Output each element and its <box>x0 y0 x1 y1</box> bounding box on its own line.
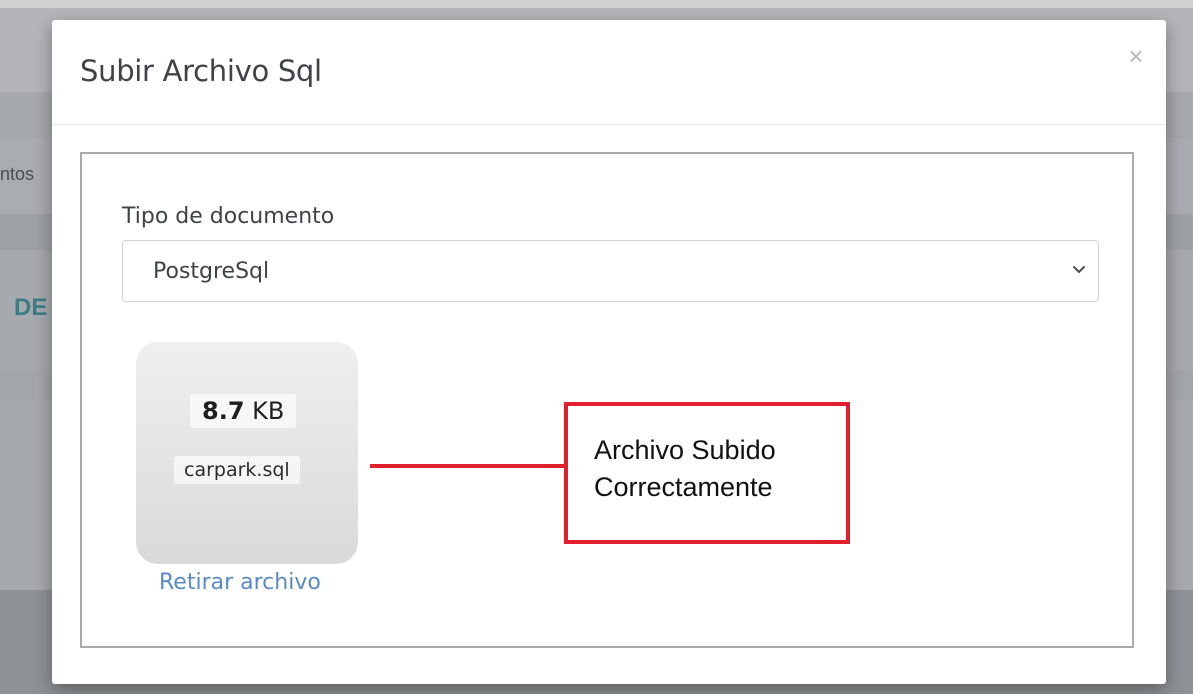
annotation-line-2: Correctamente <box>594 472 773 502</box>
modal-header: Subir Archivo Sql × <box>52 20 1166 125</box>
document-type-label: Tipo de documento <box>122 204 335 229</box>
annotation-connector-line <box>370 464 564 468</box>
document-type-select[interactable]: PostgreSql <box>122 240 1099 302</box>
background-heading: DE <box>14 294 48 321</box>
file-size-number: 8.7 <box>202 397 245 425</box>
annotation-line-1: Archivo Subido <box>594 435 776 465</box>
upload-panel: Tipo de documento PostgreSql 8.7 KB carp… <box>80 152 1134 648</box>
file-size: 8.7 KB <box>190 394 297 428</box>
modal-title: Subir Archivo Sql <box>80 54 322 88</box>
background-text: ntos <box>0 164 35 184</box>
bg-band <box>0 0 1193 8</box>
file-name: carpark.sql <box>174 456 300 484</box>
chevron-down-icon <box>1073 266 1085 273</box>
remove-file-link[interactable]: Retirar archivo <box>159 570 321 595</box>
document-type-value: PostgreSql <box>153 259 270 284</box>
annotation-text: Archivo Subido Correctamente <box>594 432 776 506</box>
close-icon[interactable]: × <box>1124 42 1148 70</box>
file-preview-card: 8.7 KB carpark.sql <box>136 342 358 564</box>
file-size-unit: KB <box>252 397 285 425</box>
upload-sql-modal: Subir Archivo Sql × Tipo de documento Po… <box>52 20 1166 684</box>
annotation-callout: Archivo Subido Correctamente <box>564 402 850 544</box>
